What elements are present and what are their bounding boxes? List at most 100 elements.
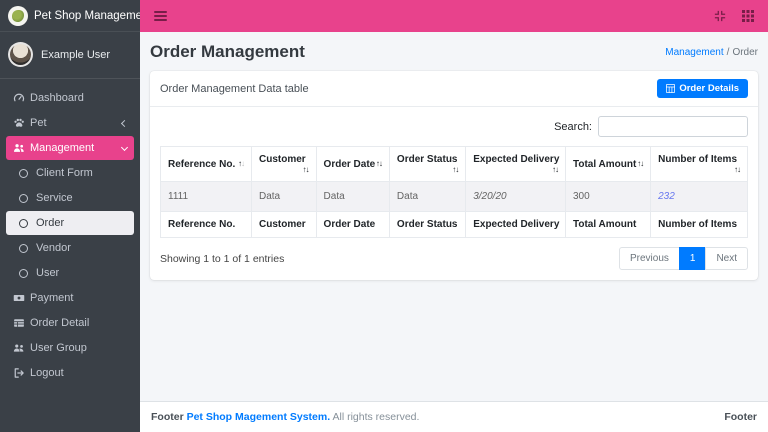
cell-expected-delivery: 3/20/20 [465,181,566,212]
users-icon [13,142,30,154]
page-footer: Footer Pet Shop Magement System. All rig… [140,401,768,432]
order-details-button[interactable]: Order Details [657,79,748,98]
money-bill-icon [13,292,30,304]
footer-right: Footer [724,411,757,423]
footer-expected-delivery: Expected Delivery [465,211,566,238]
circle-icon [19,243,36,253]
cell-order-date: Data [315,181,390,212]
sidebar-item-label: Client Form [36,167,93,179]
sidebar-item-label: User Group [30,342,87,354]
pagination-page-1-button[interactable]: 1 [678,247,707,270]
chevron-down-icon [120,143,129,151]
circle-icon [19,218,36,228]
card-title: Order Management Data table [160,82,309,95]
order-details-button-label: Order Details [679,83,739,94]
sidebar: Pet Shop Management Example User Dashboa… [0,0,152,432]
chevron-left-icon [120,119,129,127]
circle-icon [19,168,36,178]
sort-icon: ↑↓ [452,165,459,174]
sidebar-item-user-group[interactable]: User Group [6,336,134,360]
app-window: Pet Shop Management Example User Dashboa… [0,0,768,432]
cell-reference: 1111 [160,181,252,212]
column-header-customer[interactable]: Customer ↑↓ [250,146,317,182]
brand-title: Pet Shop Management [34,9,152,22]
circle-icon [19,268,36,278]
circle-icon [19,193,36,203]
footer-number-of-items: Number of Items [650,211,748,238]
sidebar-item-label: Vendor [36,242,71,254]
footer-left: Footer Pet Shop Magement System. All rig… [151,411,419,423]
column-header-number-of-items[interactable]: Number of Items ↑↓ [650,146,748,182]
page-title: Order Management [150,42,305,61]
sidebar-item-user[interactable]: User [6,261,134,285]
user-name: Example User [41,48,111,61]
user-group-icon [13,342,30,354]
sidebar-item-label: Order Detail [30,317,90,329]
sort-icon: ↑↓ [237,158,245,168]
sidebar-item-order-detail[interactable]: Order Detail [6,311,134,335]
column-header-order-status[interactable]: Order Status ↑↓ [388,146,467,182]
sidebar-nav: Dashboard Pet Management Client Form Ser… [0,79,140,393]
cell-order-status: Data [388,181,467,212]
footer-rights: All rights reserved. [332,411,420,423]
column-header-reference[interactable]: Reference No. ↑↓ [160,146,252,182]
column-header-total-amount[interactable]: Total Amount ↑↓ [564,146,652,182]
pagination: Previous 1 Next [618,247,748,270]
paw-icon [13,117,30,129]
fullscreen-toggle-icon[interactable] [714,10,726,22]
sidebar-item-label: Service [36,192,73,204]
sidebar-item-label: Payment [30,292,74,304]
sort-icon: ↑↓ [302,165,310,174]
sidebar-item-label: Logout [30,367,64,379]
sort-icon: ↑↓ [637,158,644,168]
table-row: 1111 Data Data Data 3/20/20 300 232 [160,181,748,212]
table-info: Showing 1 to 1 of 1 entries [160,252,285,265]
sidebar-item-label: Management [30,142,95,154]
sidebar-item-logout[interactable]: Logout [6,361,134,385]
search-label: Search: [554,120,592,133]
cell-number-of-items: 232 [650,181,748,212]
search-input[interactable] [598,116,748,137]
menu-toggle-icon[interactable] [154,9,167,23]
table-list-icon [13,317,30,329]
sidebar-item-order[interactable]: Order [6,211,134,235]
avatar [8,42,33,67]
sidebar-item-service[interactable]: Service [6,186,134,210]
footer-order-status: Order Status [388,211,467,238]
pagination-previous-button[interactable]: Previous [618,247,680,270]
footer-order-date: Order Date [315,211,390,238]
sidebar-item-pet[interactable]: Pet [6,111,134,135]
table-footer-row: Reference No. Customer Order Date Order … [160,211,748,238]
content: Order Management Management / Order Order … [140,32,768,401]
table-icon [666,84,676,93]
grid-menu-icon[interactable] [742,10,754,22]
sidebar-item-payment[interactable]: Payment [6,286,134,310]
footer-brand-link[interactable]: Pet Shop Magement System. [187,411,331,423]
app-logo-icon [8,5,28,26]
footer-total-amount: Total Amount [564,211,652,238]
cell-total-amount: 300 [564,181,652,212]
sort-icon: ↑↓ [734,165,741,174]
sidebar-item-dashboard[interactable]: Dashboard [6,86,134,110]
sidebar-item-management[interactable]: Management [6,136,134,160]
pagination-next-button[interactable]: Next [705,247,748,270]
column-header-order-date[interactable]: Order Date ↑↓ [315,146,390,182]
breadcrumb-current: Order [732,46,758,58]
number-of-items-link[interactable]: 232 [658,191,675,202]
main-area: Order Management Management / Order Order … [140,0,768,432]
orders-table: Reference No. ↑↓ Customer ↑↓ Order Date ↑↓ … [160,146,748,238]
footer-reference: Reference No. [160,211,252,238]
footer-prefix: Footer [151,411,184,423]
cell-customer: Data [250,181,317,212]
user-panel[interactable]: Example User [0,32,140,79]
breadcrumb: Management / Order [665,47,758,58]
sort-icon: ↑↓ [375,158,383,168]
sidebar-item-label: User [36,267,60,279]
sidebar-item-client-form[interactable]: Client Form [6,161,134,185]
breadcrumb-separator: / [726,46,730,58]
column-header-expected-delivery[interactable]: Expected Delivery ↑↓ [465,146,566,182]
brand[interactable]: Pet Shop Management [0,0,152,32]
sidebar-item-vendor[interactable]: Vendor [6,236,134,260]
breadcrumb-link-management[interactable]: Management [665,47,723,58]
data-table-card: Order Management Data table Order Detail… [150,71,758,280]
